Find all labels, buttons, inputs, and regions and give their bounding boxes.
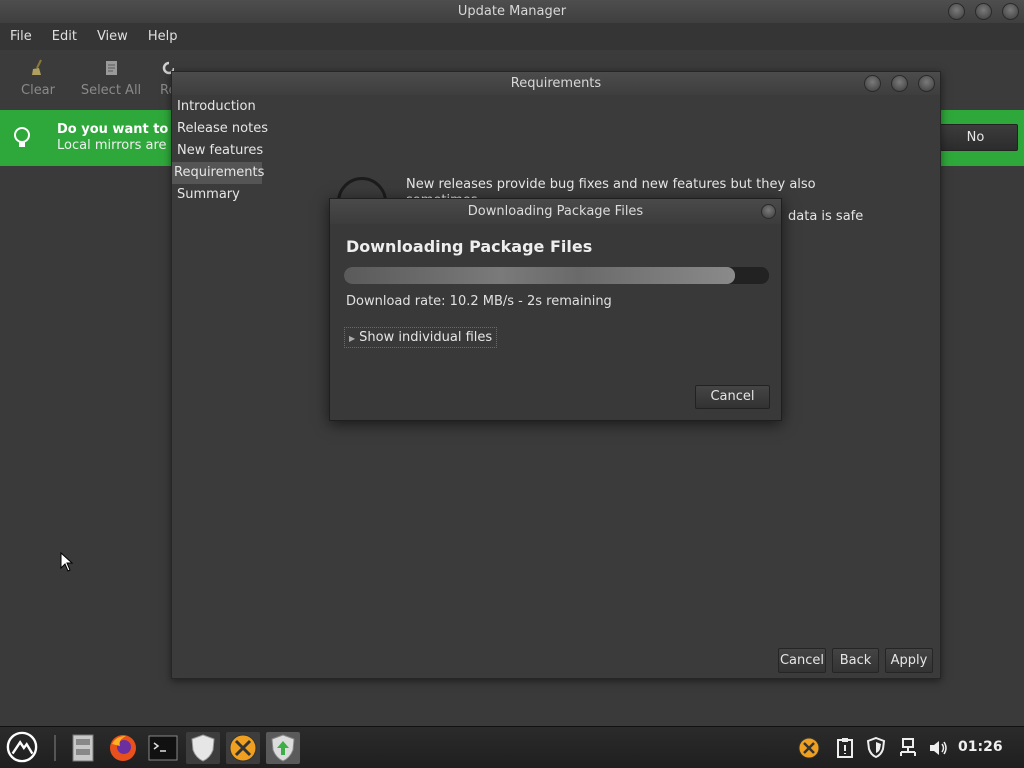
- document-icon: [106, 61, 117, 75]
- update-x-icon[interactable]: [226, 732, 260, 764]
- download-cancel-button[interactable]: Cancel: [695, 385, 770, 409]
- volume-icon[interactable]: [927, 737, 949, 759]
- req-cancel-button[interactable]: Cancel: [778, 648, 826, 673]
- network-icon[interactable]: [898, 737, 918, 759]
- nav-new-features[interactable]: New features: [172, 140, 272, 162]
- nav-requirements[interactable]: Requirements: [172, 162, 264, 184]
- download-heading: Downloading Package Files: [346, 237, 593, 256]
- download-title: Downloading Package Files: [467, 204, 644, 219]
- lightbulb-icon: [14, 127, 30, 147]
- download-rate: Download rate: 10.2 MB/s - 2s remaining: [346, 294, 612, 309]
- req-close-button[interactable]: [918, 75, 935, 92]
- expander-arrow-icon: ▶: [349, 334, 356, 343]
- menu-edit[interactable]: Edit: [52, 29, 77, 44]
- taskbar-separator: [54, 735, 56, 761]
- firefox-icon[interactable]: [106, 732, 140, 764]
- main-titlebar: Update Manager: [0, 0, 1024, 23]
- select-all-button[interactable]: Select All: [80, 50, 142, 110]
- menu-view[interactable]: View: [97, 29, 128, 44]
- nav-release-notes[interactable]: Release notes: [172, 118, 272, 140]
- requirements-title: Requirements: [510, 76, 602, 91]
- broom-icon: [32, 59, 42, 75]
- req-maximize-button[interactable]: [891, 75, 908, 92]
- update-x-tray-icon[interactable]: [797, 736, 821, 760]
- menu-file[interactable]: File: [10, 29, 32, 44]
- nav-summary[interactable]: Summary: [172, 184, 272, 206]
- update-manager-icon[interactable]: [266, 732, 300, 764]
- menu-help[interactable]: Help: [148, 29, 178, 44]
- file-manager-icon[interactable]: [66, 732, 100, 764]
- infobar-subtitle: Local mirrors are us: [57, 138, 186, 153]
- download-dialog: Downloading Package Files Downloading Pa…: [329, 198, 782, 421]
- menubar: File Edit View Help: [0, 23, 1024, 50]
- requirements-titlebar: Requirements: [172, 72, 940, 95]
- req-minimize-button[interactable]: [864, 75, 881, 92]
- download-progress-fill: [344, 267, 735, 284]
- menu-icon[interactable]: [5, 731, 39, 763]
- expander-label: Show individual files: [359, 330, 493, 345]
- terminal-icon[interactable]: [146, 732, 180, 764]
- req-back-button[interactable]: Back: [832, 648, 879, 673]
- maximize-button[interactable]: [975, 3, 992, 20]
- shield-tray-icon[interactable]: [866, 737, 886, 759]
- main-window-title: Update Manager: [457, 4, 567, 19]
- show-individual-files-expander[interactable]: ▶ Show individual files: [344, 327, 498, 348]
- shield-icon[interactable]: [186, 732, 220, 764]
- clear-label: Clear: [21, 83, 55, 98]
- taskbar: 01:26: [0, 726, 1024, 768]
- download-titlebar: Downloading Package Files: [330, 199, 781, 224]
- close-button[interactable]: [1002, 3, 1019, 20]
- minimize-button[interactable]: [948, 3, 965, 20]
- no-button[interactable]: No: [933, 124, 1018, 151]
- dl-close-button[interactable]: [761, 204, 776, 219]
- nav-introduction[interactable]: Introduction: [172, 96, 272, 118]
- clipboard-icon[interactable]: [835, 737, 855, 759]
- select-all-label: Select All: [80, 83, 142, 98]
- requirements-nav: Introduction Release notes New features …: [172, 96, 272, 206]
- download-progress-bar: [344, 267, 769, 284]
- req-apply-button[interactable]: Apply: [885, 648, 933, 673]
- mouse-cursor-icon: [60, 552, 74, 572]
- clear-button[interactable]: Clear: [14, 50, 62, 110]
- clock[interactable]: 01:26: [958, 739, 1003, 755]
